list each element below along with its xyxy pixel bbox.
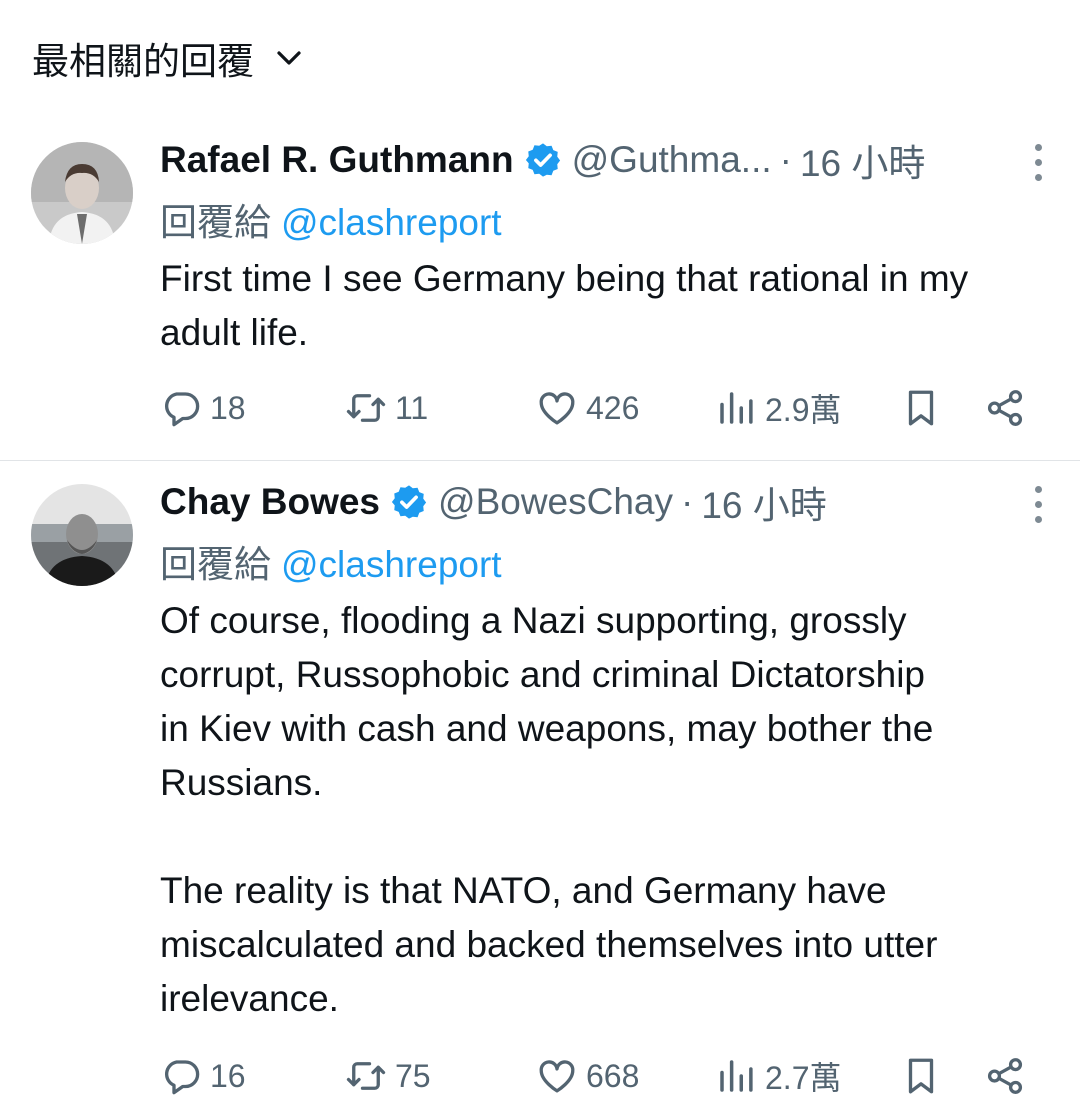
timestamp[interactable]: 16 小時 [701,475,826,529]
action-bar: 18 11 426 2.9萬 [160,378,1040,438]
reply-tweet[interactable]: Chay Bowes @BowesChay · 16 小時 回覆給 @clashr… [0,462,1080,1118]
share-button[interactable] [984,378,1026,438]
display-name[interactable]: Rafael R. Guthmann [160,139,514,181]
bookmark-button[interactable] [900,1046,942,1106]
timestamp[interactable]: 16 小時 [800,133,925,187]
avatar[interactable] [31,142,133,244]
share-button[interactable] [984,1046,1026,1106]
reply-tweet[interactable]: Rafael R. Guthmann @Guthma... · 16 小時 回覆… [0,120,1080,461]
reply-to-mention[interactable]: @clashreport [281,544,502,585]
display-name[interactable]: Chay Bowes [160,481,380,523]
retweet-count: 75 [395,1057,431,1094]
retweet-count: 11 [395,389,429,426]
tweet-text: First time I see Germany being that rati… [160,258,969,353]
avatar[interactable] [31,484,133,586]
verified-badge-icon [391,485,427,519]
retweet-icon [346,1062,386,1090]
heart-icon [539,392,575,425]
analytics-icon [720,1060,753,1092]
sort-replies-dropdown[interactable]: 最相關的回覆 [32,30,304,86]
more-options-button[interactable] [1018,482,1058,526]
reply-to-line: 回覆給 @clashreport [160,192,502,246]
bookmark-icon [908,1058,934,1094]
reply-button[interactable]: 16 [160,1046,246,1106]
reply-to-line: 回覆給 @clashreport [160,534,502,588]
views-button[interactable]: 2.9萬 [715,378,842,438]
tweet-text: Of course, flooding a Nazi supporting, g… [160,600,938,1019]
separator-dot: · [681,481,694,522]
heart-icon [539,1060,575,1093]
verified-badge-icon [525,143,560,177]
view-count: 2.9萬 [765,392,842,428]
sort-label: 最相關的回覆 [32,41,254,82]
share-icon [987,1058,1023,1094]
reply-icon [164,392,200,427]
reply-to-mention[interactable]: @clashreport [281,202,502,243]
handle[interactable]: @Guthma... [572,139,772,181]
retweet-button[interactable]: 11 [345,378,428,438]
reply-count: 16 [210,1057,246,1094]
share-icon [987,390,1023,426]
reply-to-prefix: 回覆給 [160,544,271,585]
retweet-button[interactable]: 75 [345,1046,431,1106]
bookmark-button[interactable] [900,378,942,438]
like-button[interactable]: 668 [536,1046,639,1106]
analytics-icon [720,392,753,424]
separator-dot: · [779,139,792,180]
like-count: 668 [586,1057,640,1094]
action-bar: 16 75 668 2.7萬 [160,1046,1040,1106]
reply-icon [164,1060,200,1095]
views-button[interactable]: 2.7萬 [715,1046,842,1106]
view-count: 2.7萬 [765,1060,842,1096]
like-count: 426 [586,389,640,426]
more-options-button[interactable] [1018,140,1058,184]
reply-button[interactable]: 18 [160,378,246,438]
chevron-down-icon [277,51,301,65]
handle[interactable]: @BowesChay [438,481,673,523]
retweet-icon [346,394,386,422]
reply-count: 18 [210,389,246,426]
like-button[interactable]: 426 [536,378,639,438]
reply-to-prefix: 回覆給 [160,202,271,243]
bookmark-icon [908,390,934,426]
